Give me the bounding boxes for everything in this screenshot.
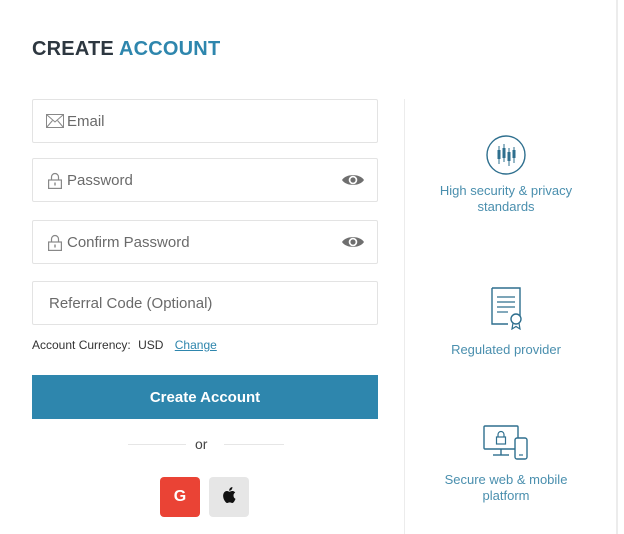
email-field[interactable]: Email <box>32 99 378 143</box>
email-placeholder: Email <box>67 112 105 130</box>
certificate-icon <box>420 286 592 330</box>
lock-icon <box>45 232 65 252</box>
feature-regulated: Regulated provider <box>420 286 592 358</box>
feature-platform-text: Secure web & mobile platform <box>444 472 568 503</box>
devices-lock-icon <box>420 424 592 462</box>
change-currency-link[interactable]: Change <box>175 338 217 352</box>
candlestick-chart-icon <box>420 135 592 175</box>
referral-code-placeholder: Referral Code (Optional) <box>49 294 213 312</box>
or-separator: or <box>195 436 208 452</box>
show-password-eye-icon[interactable] <box>341 172 365 188</box>
title-part-account: ACCOUNT <box>118 38 221 60</box>
show-confirm-password-eye-icon[interactable] <box>341 234 365 250</box>
title-part-create: CREATE <box>32 38 114 60</box>
confirm-password-placeholder: Confirm Password <box>67 233 190 251</box>
create-account-button[interactable]: Create Account <box>32 375 378 419</box>
lock-icon <box>45 170 65 190</box>
apple-icon <box>222 486 236 508</box>
column-separator <box>404 99 405 534</box>
password-placeholder: Password <box>67 171 133 189</box>
feature-regulated-text: Regulated provider <box>451 342 561 357</box>
feature-security: High security & privacy standards <box>420 135 592 215</box>
google-icon: G <box>173 488 187 505</box>
apple-signin-button[interactable] <box>209 477 249 517</box>
confirm-password-field[interactable]: Confirm Password <box>32 220 378 264</box>
account-currency: Account Currency: USD Change <box>32 338 217 352</box>
page-right-border <box>616 0 618 534</box>
divider-left <box>128 444 186 445</box>
currency-label: Account Currency: <box>32 338 131 352</box>
divider-right <box>224 444 284 445</box>
envelope-icon <box>45 111 65 131</box>
referral-code-field[interactable]: Referral Code (Optional) <box>32 281 378 325</box>
feature-platform: Secure web & mobile platform <box>420 424 592 504</box>
feature-security-text: High security & privacy standards <box>439 183 573 214</box>
page-title: CREATE ACCOUNT <box>32 38 220 61</box>
currency-value: USD <box>138 338 164 352</box>
password-field[interactable]: Password <box>32 158 378 202</box>
google-signin-button[interactable]: G <box>160 477 200 517</box>
